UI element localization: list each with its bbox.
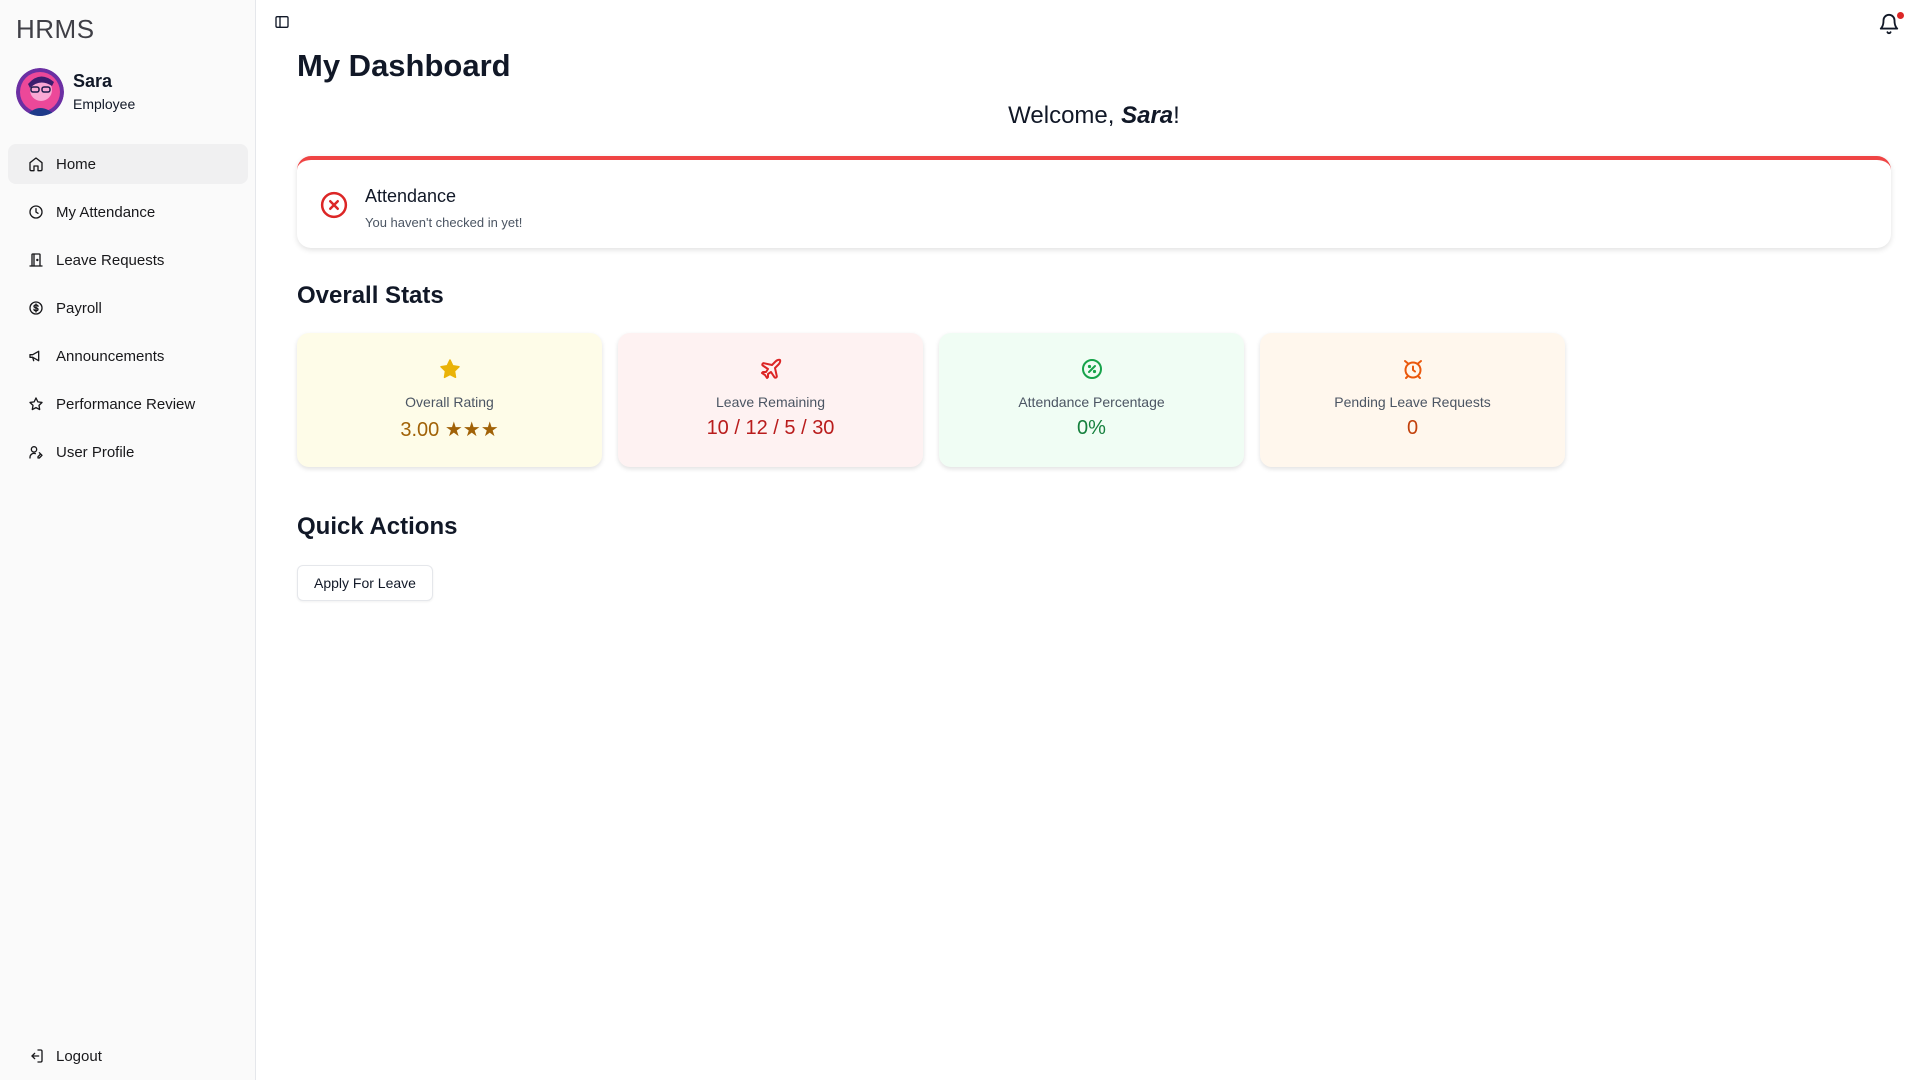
user-role: Employee [73,96,136,112]
sidebar-nav: Home My Attendance Leave Requests Payrol… [8,144,248,480]
sidebar-item-label: Leave Requests [56,251,165,269]
stat-card-leave-remaining: Leave Remaining 10 / 12 / 5 / 30 [618,333,923,467]
sidebar-toggle-button[interactable] [272,14,292,34]
stat-card-overall-rating: Overall Rating 3.00 ★★★ [297,333,602,467]
stat-label: Pending Leave Requests [1334,394,1491,410]
attendance-alert: Attendance You haven't checked in yet! [297,156,1891,248]
logout-button[interactable]: Logout [8,1036,248,1076]
sidebar-item-payroll[interactable]: Payroll [8,288,248,328]
stat-card-attendance-percentage: Attendance Percentage 0% [939,333,1244,467]
x-circle-icon [319,190,349,220]
alert-description: You haven't checked in yet! [365,215,523,230]
sidebar-item-home[interactable]: Home [8,144,248,184]
avatar [16,68,64,116]
notifications-button[interactable] [1878,10,1904,36]
sidebar-item-label: Announcements [56,347,165,365]
sidebar-item-label: Performance Review [56,395,196,413]
apply-for-leave-button[interactable]: Apply For Leave [297,565,433,601]
sidebar-item-label: My Attendance [56,203,156,221]
welcome-name: Sara [1121,102,1174,129]
door-icon [28,252,44,268]
star-icon [438,357,462,383]
overall-stats-title: Overall Stats [297,282,444,309]
page-title: My Dashboard [297,48,511,83]
clock-icon [28,204,44,220]
sidebar-item-announcements[interactable]: Announcements [8,336,248,376]
sidebar-item-label: Payroll [56,299,102,317]
logout-icon [28,1048,44,1064]
sidebar-item-my-attendance[interactable]: My Attendance [8,192,248,232]
sidebar-item-user-profile[interactable]: User Profile [8,432,248,472]
percent-badge-icon [1080,357,1104,383]
alarm-clock-icon [1401,357,1425,383]
stat-label: Attendance Percentage [1018,394,1165,410]
logout-label: Logout [56,1047,102,1065]
sidebar-item-leave-requests[interactable]: Leave Requests [8,240,248,280]
star-icon [28,396,44,412]
brand-logo-text: HRMS [16,14,95,44]
user-pen-icon [28,444,44,460]
panel-left-icon [274,14,290,35]
stat-label: Overall Rating [405,394,494,410]
megaphone-icon [28,348,44,364]
sidebar-item-performance-review[interactable]: Performance Review [8,384,248,424]
stat-value: 0% [1077,417,1106,439]
home-icon [28,156,44,172]
alert-title: Attendance [365,186,457,206]
plane-icon [759,357,783,383]
sidebar: HRMS Sara Employee Home My Attendance Le… [0,0,256,1080]
sidebar-item-label: User Profile [56,443,135,461]
user-card: Sara Employee [16,68,135,116]
stat-value: 0 [1406,417,1419,439]
stats-grid: Overall Rating 3.00 ★★★ Leave Remaining … [297,333,1565,467]
welcome-message: Welcome, Sara! [1008,102,1180,129]
dollar-circle-icon [28,300,44,316]
stat-card-pending-leave-requests: Pending Leave Requests 0 [1260,333,1565,467]
stat-value: 10 / 12 / 5 / 30 [706,417,835,439]
stat-value: 3.00 ★★★ [400,419,499,441]
stat-label: Leave Remaining [716,394,825,410]
quick-actions-title: Quick Actions [297,513,458,540]
sidebar-item-label: Home [56,155,97,173]
notification-dot [1897,12,1904,19]
user-name: Sara [73,71,113,91]
